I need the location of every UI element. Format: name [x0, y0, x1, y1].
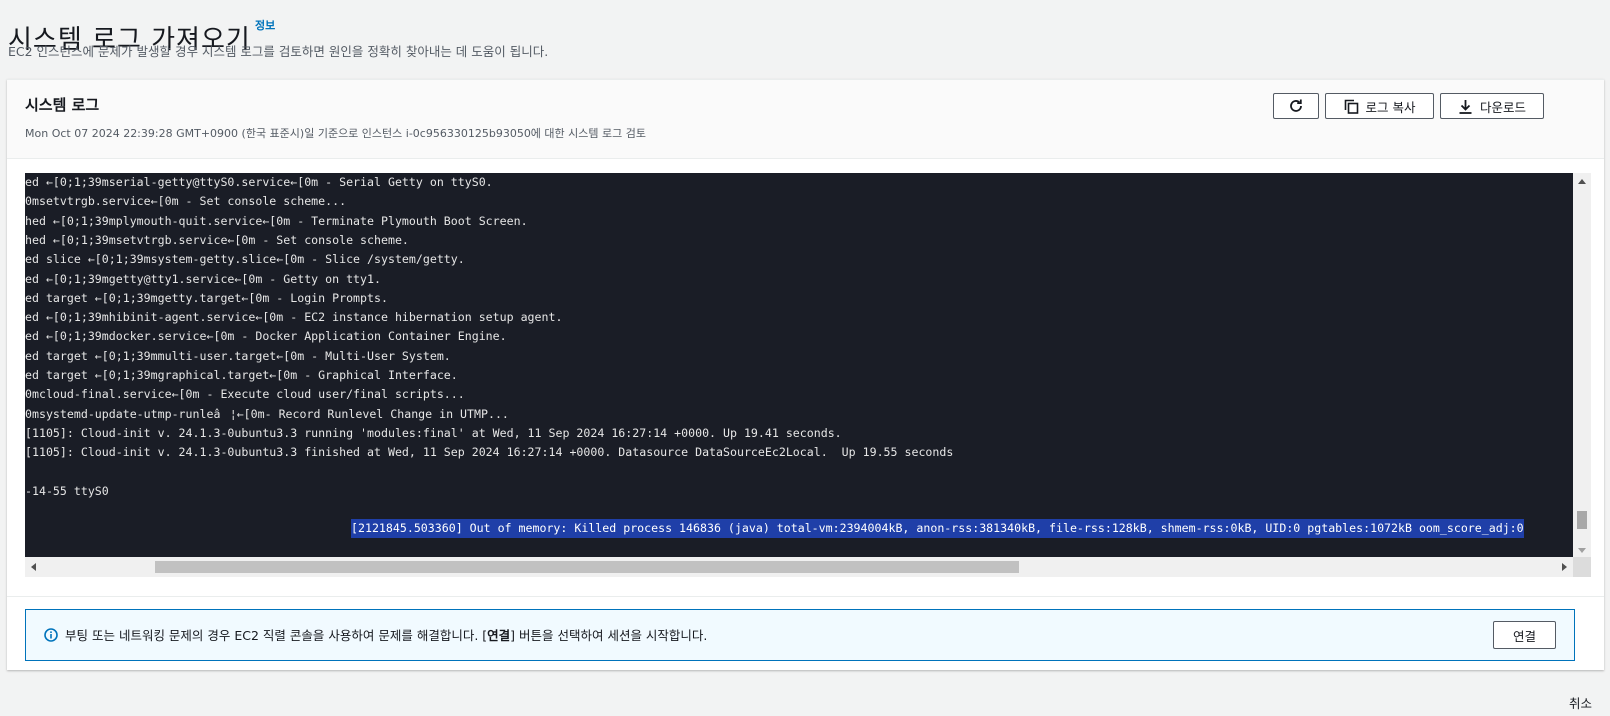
refresh-icon	[1288, 98, 1304, 114]
download-icon	[1458, 99, 1473, 114]
vertical-scrollbar[interactable]	[1573, 173, 1591, 557]
scroll-down-arrow-icon[interactable]	[1578, 548, 1586, 553]
divider	[7, 596, 1604, 597]
log-line: 0msetvtrgb.service←[0m - Set console sch…	[25, 194, 347, 209]
log-line: [1105]: Cloud-init v. 24.1.3-0ubuntu3.3 …	[25, 445, 954, 460]
log-line: hed ←[0;1;39msetvtrgb.service←[0m - Set …	[25, 232, 409, 247]
log-line: 0msystemd-update-utmp-runleâ¦←[0m- Reco…	[25, 406, 509, 421]
copy-icon	[1344, 99, 1359, 114]
alert-message: 부팅 또는 네트워킹 문제의 경우 EC2 직렬 콘솔을 사용하여 문제를 해결…	[65, 625, 707, 644]
connect-button[interactable]: 연결	[1493, 621, 1556, 649]
download-button[interactable]: 다운로드	[1440, 93, 1544, 119]
info-link[interactable]: 정보	[255, 17, 275, 33]
log-line: 0mcloud-final.service←[0m - Execute clou…	[25, 387, 465, 402]
log-line: ed ←[0;1;39mhibinit-agent.service←[0m - …	[25, 310, 563, 325]
scroll-right-arrow-icon[interactable]	[1562, 563, 1567, 571]
alert-text-before: 부팅 또는 네트워킹 문제의 경우 EC2 직렬 콘솔을 사용하여 문제를 해결…	[65, 628, 488, 643]
log-line: [1105]: Cloud-init v. 24.1.3-0ubuntu3.3 …	[25, 425, 842, 440]
alert-text-after: ] 버튼을 선택하여 세션을 시작합니다.	[510, 628, 708, 643]
copy-log-button[interactable]: 로그 복사	[1325, 93, 1434, 119]
system-log-panel: 시스템 로그 Mon Oct 07 2024 22:39:28 GMT+0900…	[7, 79, 1604, 670]
log-lines[interactable]: ed ←[0;1;39mserial-getty@ttyS0.service←[…	[25, 173, 1573, 557]
log-line: ed slice ←[0;1;39msystem-getty.slice←[0m…	[25, 252, 465, 267]
horizontal-scrollbar[interactable]	[25, 557, 1573, 577]
cancel-button[interactable]: 취소	[1569, 693, 1592, 712]
log-line-selected: [2121845.503360] Out of memory: Killed p…	[351, 519, 1524, 539]
refresh-button[interactable]	[1273, 93, 1319, 119]
log-line: ed ←[0;1;39mdocker.service←[0m - Docker …	[25, 329, 507, 344]
panel-subtitle: Mon Oct 07 2024 22:39:28 GMT+0900 (한국 표준…	[25, 127, 646, 140]
log-line: ed target ←[0;1;39mgetty.target←[0m - Lo…	[25, 290, 388, 305]
panel-title: 시스템 로그	[25, 96, 100, 114]
panel-header: 시스템 로그 Mon Oct 07 2024 22:39:28 GMT+0900…	[7, 80, 1604, 159]
vertical-scroll-thumb[interactable]	[1577, 511, 1587, 530]
log-line: hed ←[0;1;39mplymouth-quit.service←[0m -…	[25, 213, 528, 228]
page-description: EC2 인스턴스에 문제가 발생할 경우 시스템 로그를 검토하면 원인을 정확…	[8, 44, 549, 59]
scrollbar-corner	[1573, 557, 1591, 577]
log-line: ed ←[0;1;39mgetty@tty1.service←[0m - Get…	[25, 271, 381, 286]
horizontal-scroll-thumb[interactable]	[155, 561, 1020, 573]
serial-console-alert: 부팅 또는 네트워킹 문제의 경우 EC2 직렬 콘솔을 사용하여 문제를 해결…	[25, 609, 1575, 661]
scroll-up-arrow-icon[interactable]	[1578, 179, 1586, 184]
log-line: ed target ←[0;1;39mgraphical.target←[0m …	[25, 368, 458, 382]
alert-text-bold: 연결	[487, 628, 511, 643]
scroll-left-arrow-icon[interactable]	[31, 563, 36, 571]
log-line: ed ←[0;1;39mserial-getty@ttyS0.service←[…	[25, 175, 493, 189]
log-line: -14-55 ttyS0	[25, 483, 109, 498]
system-log-output[interactable]: ed ←[0;1;39mserial-getty@ttyS0.service←[…	[25, 173, 1591, 577]
info-icon	[44, 627, 58, 646]
copy-log-label: 로그 복사	[1365, 99, 1416, 115]
log-line: ed target ←[0;1;39mmulti-user.target←[0m…	[25, 348, 451, 363]
download-label: 다운로드	[1479, 99, 1526, 115]
